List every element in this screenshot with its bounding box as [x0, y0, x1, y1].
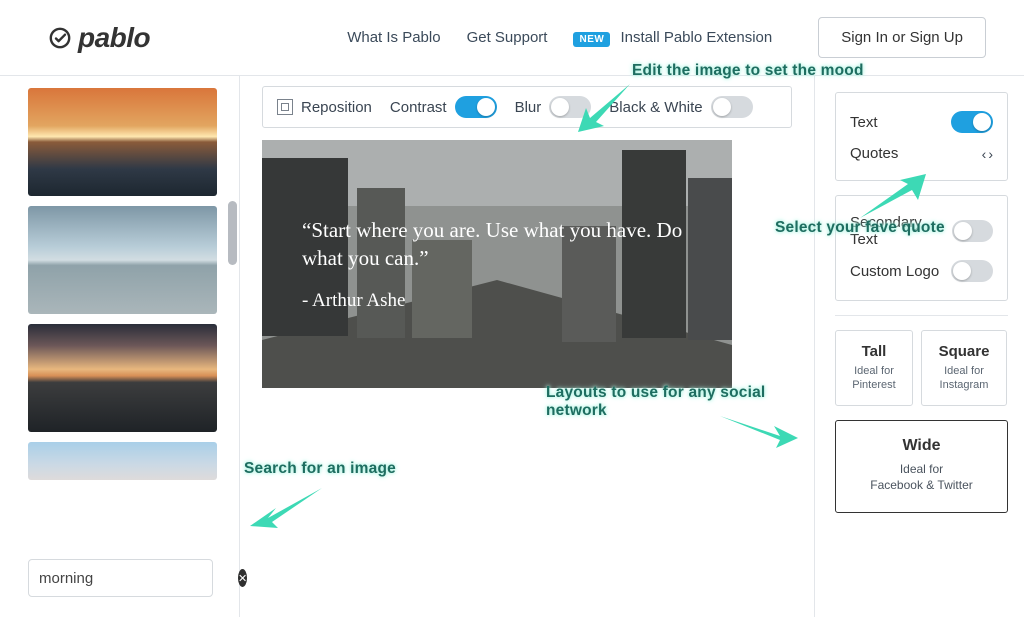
- layout-tall-title: Tall: [840, 343, 908, 360]
- quotes-row: Quotes ‹ ›: [850, 139, 993, 168]
- layout-wide[interactable]: Wide Ideal forFacebook & Twitter: [835, 420, 1008, 514]
- image-thumbnail[interactable]: [28, 324, 217, 432]
- extras-panel: Secondary Text Custom Logo: [835, 195, 1008, 301]
- layout-wide-sub: Ideal forFacebook & Twitter: [846, 461, 997, 495]
- bw-toggle[interactable]: [711, 96, 753, 118]
- divider: [835, 315, 1008, 316]
- reposition-tool[interactable]: Reposition: [277, 99, 372, 116]
- custom-logo-toggle[interactable]: [951, 260, 993, 282]
- text-toggle[interactable]: [951, 111, 993, 133]
- text-panel: Text Quotes ‹ ›: [835, 92, 1008, 181]
- image-thumbnail-list: [28, 88, 233, 549]
- nav-what-is[interactable]: What Is Pablo: [347, 29, 440, 46]
- contrast-tool: Contrast: [390, 96, 497, 118]
- layout-square-sub: Ideal for Instagram: [926, 364, 1002, 393]
- reposition-label: Reposition: [301, 99, 372, 116]
- right-sidebar: Text Quotes ‹ › Secondary Text Custom Lo…: [814, 76, 1024, 617]
- blur-label: Blur: [515, 99, 542, 116]
- signin-button[interactable]: Sign In or Sign Up: [818, 17, 986, 58]
- canvas-quote-text[interactable]: “Start where you are. Use what you have.…: [302, 216, 692, 273]
- image-search: ✕: [28, 559, 213, 597]
- layout-tall-sub: Ideal for Pinterest: [840, 364, 908, 393]
- contrast-toggle[interactable]: [455, 96, 497, 118]
- logo-icon: [48, 26, 72, 50]
- quotes-nav[interactable]: ‹ ›: [982, 146, 993, 162]
- contrast-label: Contrast: [390, 99, 447, 116]
- canvas-column: Reposition Contrast Blur Black & White: [240, 76, 814, 617]
- layout-square[interactable]: Square Ideal for Instagram: [921, 330, 1007, 406]
- thumbnail-scrollbar[interactable]: [228, 201, 237, 265]
- text-label: Text: [850, 114, 878, 131]
- custom-logo-label: Custom Logo: [850, 263, 939, 280]
- blur-toggle[interactable]: [549, 96, 591, 118]
- secondary-text-row: Secondary Text: [850, 208, 993, 254]
- install-ext-label: Install Pablo Extension: [620, 29, 772, 46]
- custom-logo-row: Custom Logo: [850, 254, 993, 288]
- header-nav: What Is Pablo Get Support NEW Install Pa…: [347, 17, 986, 58]
- image-search-wrap: ✕: [28, 549, 233, 605]
- layout-row: Tall Ideal for Pinterest Square Ideal fo…: [835, 330, 1008, 406]
- image-sidebar: ✕: [0, 76, 240, 617]
- search-input[interactable]: [39, 570, 238, 587]
- layout-tall[interactable]: Tall Ideal for Pinterest: [835, 330, 913, 406]
- main: ✕ Reposition Contrast Blur Black & White: [0, 76, 1024, 617]
- canvas-quote-author[interactable]: - Arthur Ashe: [302, 290, 692, 312]
- bw-tool: Black & White: [609, 96, 752, 118]
- image-thumbnail[interactable]: [28, 206, 217, 314]
- blur-tool: Blur: [515, 96, 592, 118]
- new-badge: NEW: [573, 32, 610, 47]
- nav-support[interactable]: Get Support: [467, 29, 548, 46]
- canvas-preview[interactable]: “Start where you are. Use what you have.…: [262, 140, 732, 388]
- image-edit-toolbar: Reposition Contrast Blur Black & White: [262, 86, 792, 128]
- text-row: Text: [850, 105, 993, 139]
- layout-wide-title: Wide: [846, 437, 997, 455]
- reposition-icon: [277, 99, 293, 115]
- chevron-left-icon[interactable]: ‹: [982, 146, 987, 162]
- bw-label: Black & White: [609, 99, 702, 116]
- secondary-text-toggle[interactable]: [952, 220, 993, 242]
- image-thumbnail[interactable]: [28, 88, 217, 196]
- clear-search-icon[interactable]: ✕: [238, 569, 247, 587]
- quotes-label: Quotes: [850, 145, 898, 162]
- image-thumbnail[interactable]: [28, 442, 217, 480]
- brand-name: pablo: [78, 22, 150, 54]
- chevron-right-icon[interactable]: ›: [988, 146, 993, 162]
- header: pablo What Is Pablo Get Support NEW Inst…: [0, 0, 1024, 76]
- nav-install-extension[interactable]: NEW Install Pablo Extension: [573, 29, 772, 46]
- layout-square-title: Square: [926, 343, 1002, 360]
- secondary-text-label: Secondary Text: [850, 214, 952, 248]
- brand-logo: pablo: [48, 22, 150, 54]
